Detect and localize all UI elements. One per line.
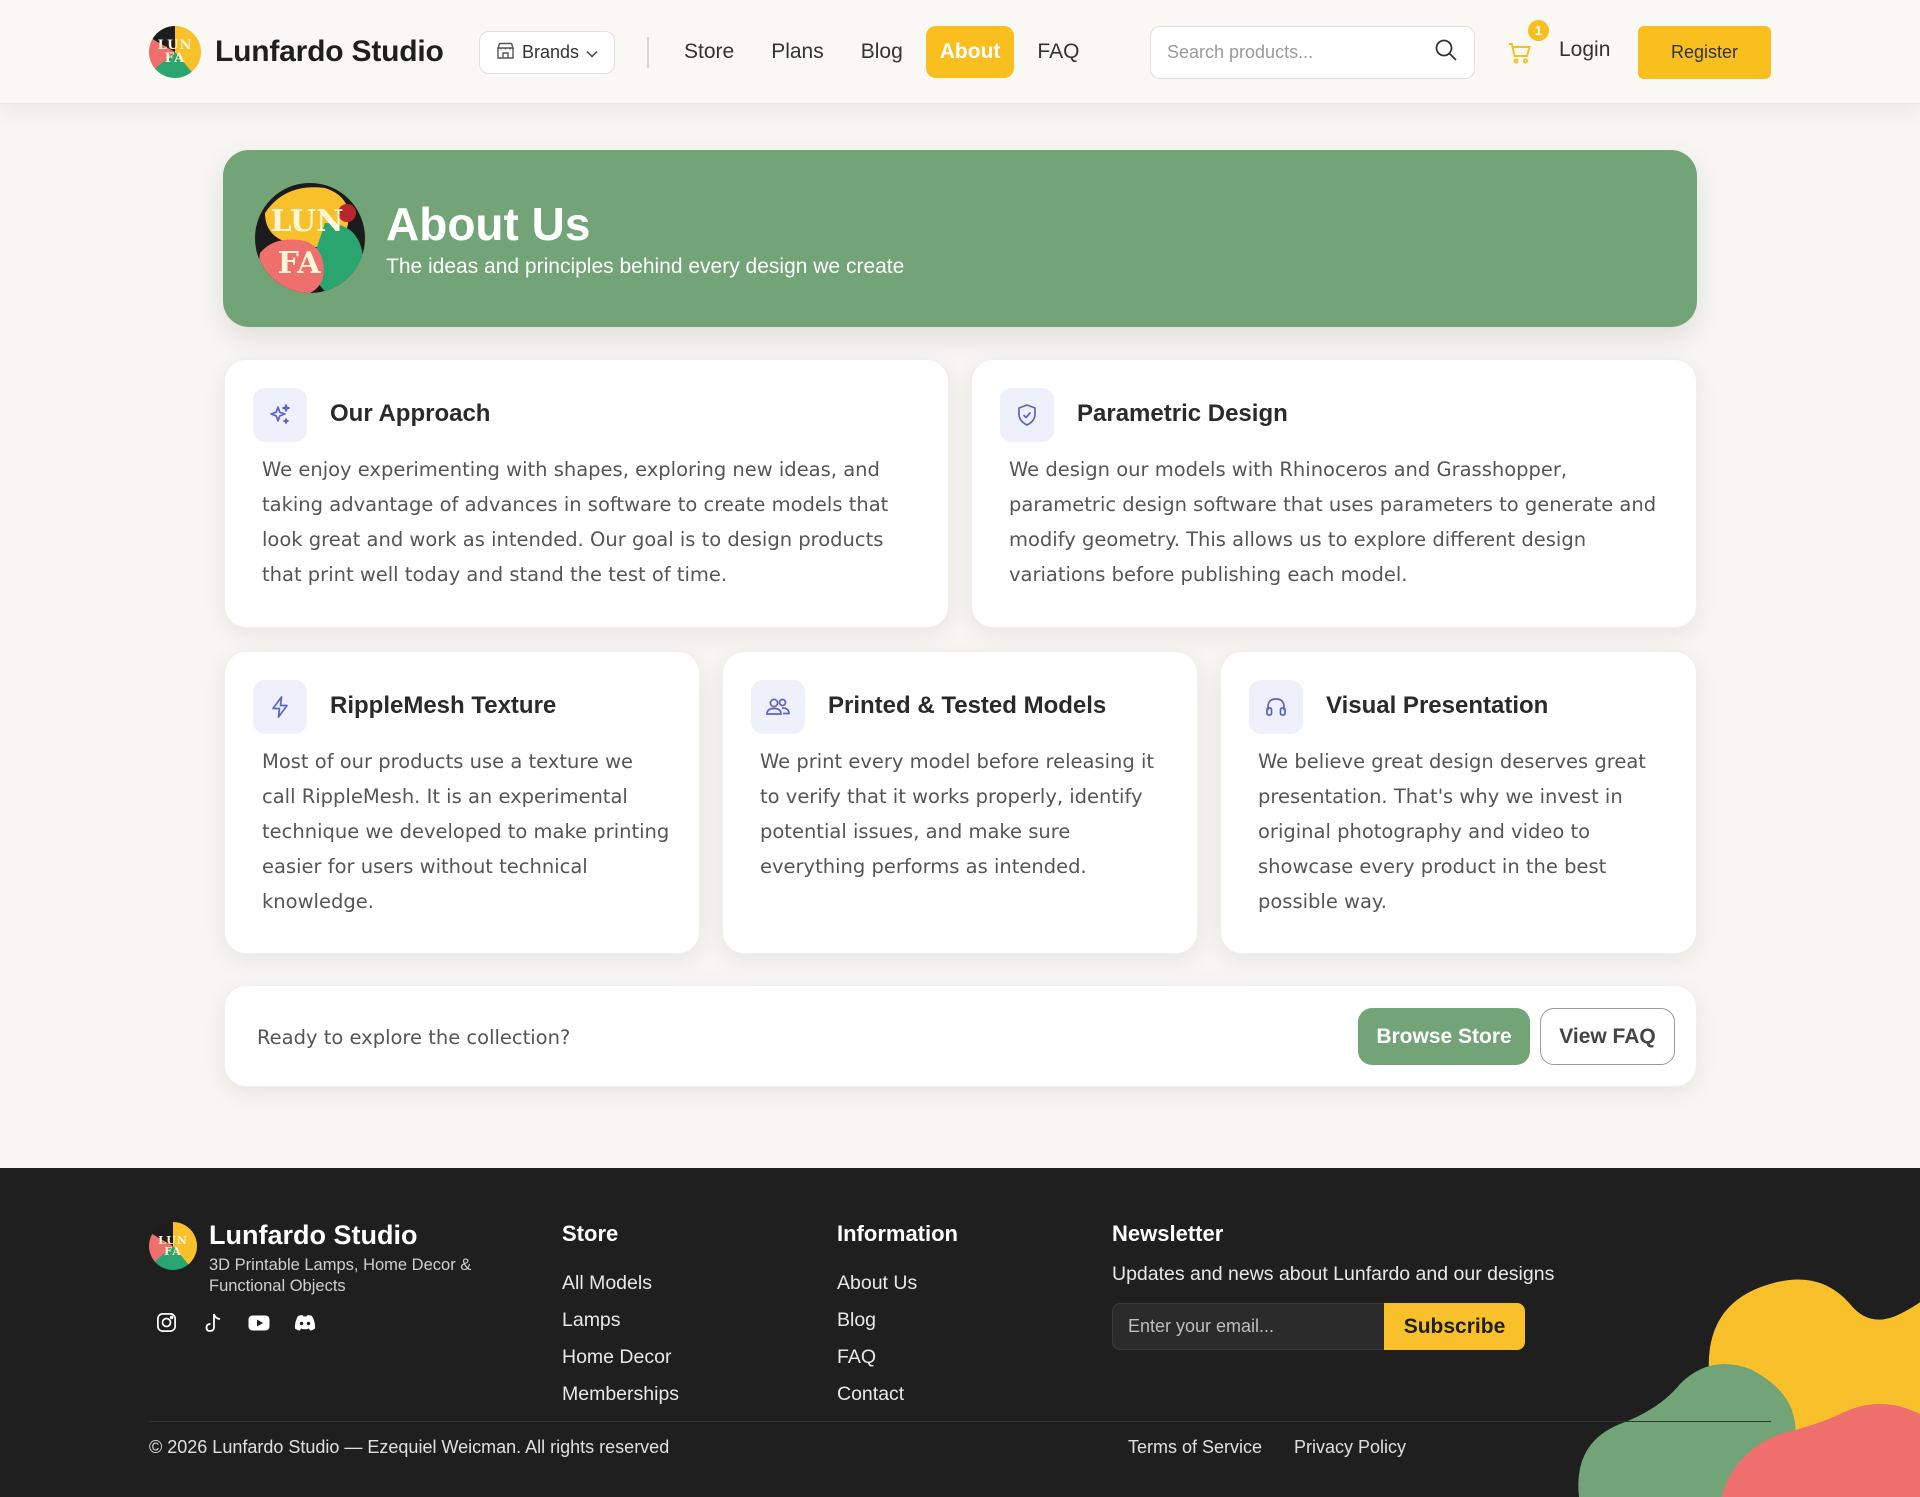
decorative-blobs: [1578, 1279, 1920, 1497]
login-link[interactable]: Login: [1559, 38, 1610, 62]
brand-name: Lunfardo Studio: [215, 35, 444, 68]
svg-text:LUN: LUN: [270, 204, 343, 239]
footer-heading: Newsletter: [1112, 1221, 1224, 1246]
footer-link-blog[interactable]: Blog: [837, 1302, 958, 1339]
card-title: Printed & Tested Models: [828, 692, 1107, 719]
card-text: We believe great design deserves great p…: [1258, 750, 1646, 913]
nav-store[interactable]: Store: [670, 26, 748, 78]
footer-store-column: Store All Models Lamps Home Decor Member…: [562, 1221, 679, 1413]
users-icon: [751, 680, 805, 734]
footer-divider: [149, 1421, 1771, 1422]
footer-newsletter: Newsletter Updates and news about Lunfar…: [1112, 1221, 1554, 1350]
page-title: About Us: [386, 198, 591, 250]
social-links: [155, 1311, 316, 1334]
footer-brand-name: Lunfardo Studio: [209, 1220, 418, 1250]
footer-link-about-us[interactable]: About Us: [837, 1265, 958, 1302]
chevron-down-icon: [586, 42, 598, 63]
subscribe-button[interactable]: Subscribe: [1384, 1303, 1525, 1350]
newsletter-subtitle: Updates and news about Lunfardo and our …: [1112, 1263, 1555, 1285]
nav-faq[interactable]: FAQ: [1023, 26, 1093, 78]
cta-text: Ready to explore the collection?: [257, 1026, 571, 1049]
search-box: [1150, 26, 1475, 79]
tiktok-icon[interactable]: [201, 1311, 224, 1334]
lightning-icon: [253, 680, 307, 734]
cart-icon[interactable]: [1508, 42, 1532, 64]
card-ripplemesh-texture: RippleMesh Texture Most of our products …: [224, 651, 700, 954]
card-text: We print every model before releasing it…: [760, 750, 1155, 878]
nav-about[interactable]: About: [925, 26, 1015, 78]
card-title: RippleMesh Texture: [330, 692, 557, 719]
footer-link-all-models[interactable]: All Models: [562, 1265, 679, 1302]
footer-tagline: 3D Printable Lamps, Home Decor & Functio…: [209, 1256, 472, 1295]
card-text: Most of our products use a texture we ca…: [262, 750, 670, 913]
brand-logo: LUN FA: [149, 26, 201, 78]
youtube-icon[interactable]: [247, 1311, 270, 1334]
card-title: Visual Presentation: [1326, 692, 1549, 719]
newsletter-form: Subscribe: [1112, 1303, 1554, 1350]
site-footer: LUN FA Lunfardo Studio 3D Printable Lamp…: [0, 1168, 1920, 1497]
footer-heading: Store: [562, 1221, 619, 1246]
footer-logo: LUN FA: [149, 1222, 197, 1270]
explore-cta: Ready to explore the collection? Browse …: [224, 985, 1697, 1087]
footer-brand: LUN FA Lunfardo Studio 3D Printable Lamp…: [149, 1220, 489, 1297]
header-divider: [647, 37, 649, 68]
footer-information-column: Information About Us Blog FAQ Contact: [837, 1221, 958, 1413]
card-text: We enjoy experimenting with shapes, expl…: [262, 458, 889, 586]
sparkles-icon: [253, 388, 307, 442]
footer-link-home-decor[interactable]: Home Decor: [562, 1339, 679, 1376]
view-faq-button[interactable]: View FAQ: [1540, 1008, 1675, 1065]
cart-count-badge: 1: [1528, 20, 1549, 41]
card-title: Parametric Design: [1077, 400, 1288, 427]
card-printed-tested-models: Printed & Tested Models We print every m…: [722, 651, 1198, 954]
instagram-icon[interactable]: [155, 1311, 178, 1334]
svg-text:FA: FA: [278, 246, 322, 281]
brand-home-link[interactable]: LUN FA Lunfardo Studio: [149, 26, 444, 78]
search-icon[interactable]: [1434, 38, 1458, 67]
footer-link-contact[interactable]: Contact: [837, 1376, 958, 1413]
discord-icon[interactable]: [293, 1311, 316, 1334]
page-subtitle: The ideas and principles behind every de…: [386, 255, 905, 278]
nav-blog[interactable]: Blog: [847, 26, 917, 78]
footer-link-faq[interactable]: FAQ: [837, 1339, 958, 1376]
footer-link-lamps[interactable]: Lamps: [562, 1302, 679, 1339]
copyright-text: © 2026 Lunfardo Studio — Ezequiel Weicma…: [149, 1437, 670, 1457]
privacy-policy-link[interactable]: Privacy Policy: [1294, 1437, 1406, 1458]
site-header: LUN FA Lunfardo Studio Brands Store Plan…: [0, 0, 1920, 104]
headphones-icon: [1249, 680, 1303, 734]
browse-store-button[interactable]: Browse Store: [1358, 1008, 1530, 1065]
nav-plans[interactable]: Plans: [757, 26, 838, 78]
brands-dropdown[interactable]: Brands: [479, 31, 615, 74]
about-hero-banner: LUN FA About Us The ideas and principles…: [223, 150, 1697, 327]
hero-logo: LUN FA: [255, 183, 365, 293]
brands-label: Brands: [521, 42, 580, 62]
main-nav: Store Plans Blog About FAQ: [670, 26, 1102, 78]
terms-of-service-link[interactable]: Terms of Service: [1128, 1437, 1262, 1458]
card-title: Our Approach: [330, 400, 491, 427]
card-visual-presentation: Visual Presentation We believe great des…: [1220, 651, 1697, 954]
card-parametric-design: Parametric Design We design our models w…: [971, 359, 1697, 628]
card-text: We design our models with Rhinoceros and…: [1009, 458, 1657, 586]
footer-link-memberships[interactable]: Memberships: [562, 1376, 679, 1413]
register-button[interactable]: Register: [1638, 26, 1771, 79]
newsletter-email-input[interactable]: [1112, 1303, 1384, 1350]
shield-icon: [1000, 388, 1054, 442]
search-input[interactable]: [1167, 42, 1434, 63]
store-icon: [496, 42, 515, 64]
card-our-approach: Our Approach We enjoy experimenting with…: [224, 359, 949, 628]
footer-heading: Information: [837, 1221, 958, 1246]
